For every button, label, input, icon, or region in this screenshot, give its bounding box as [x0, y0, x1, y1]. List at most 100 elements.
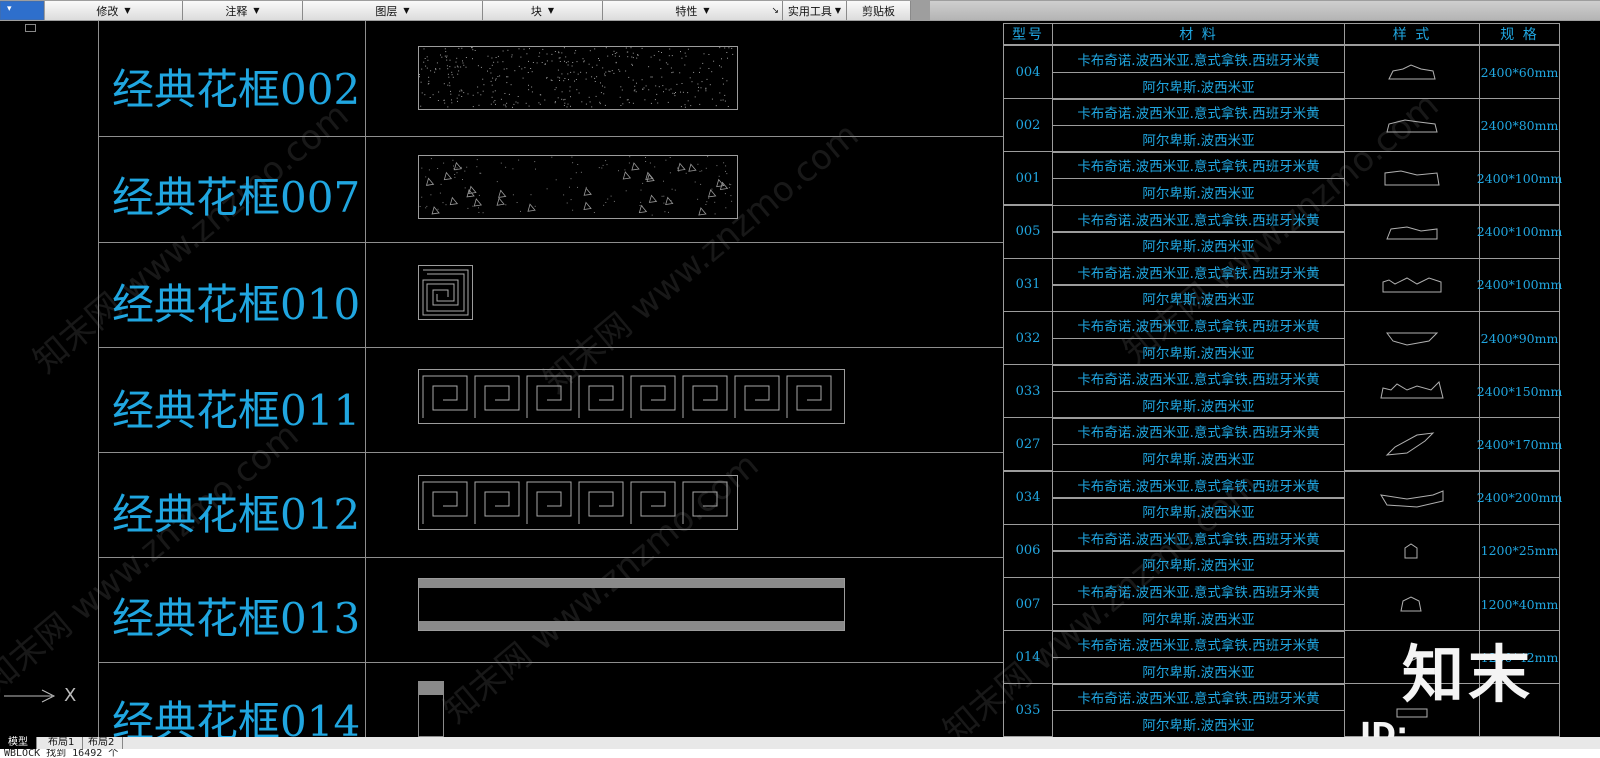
watermark: 知末网 www.znzmo.com [25, 94, 357, 382]
frame-label-010: 经典花框010 [112, 280, 361, 329]
row-spec: 2400*90mm [1479, 311, 1560, 365]
panel-block[interactable]: 块 ▼ [483, 1, 603, 20]
row-code: 033 [1003, 364, 1053, 419]
chevron-down-icon [1, 2, 43, 19]
row-material-line2: 阿尔卑斯.波西米亚 [1052, 178, 1345, 206]
tab-model[interactable]: 模型 [0, 737, 37, 749]
panel-properties[interactable]: 特性 ▼ ↘ [603, 1, 783, 20]
row-code: 007 [1003, 577, 1053, 631]
row-code: 001 [1003, 151, 1053, 206]
chevron-down-icon: ▼ [253, 6, 260, 15]
frame-pattern-triangles[interactable] [418, 155, 738, 219]
row-style-profile[interactable] [1344, 364, 1480, 419]
profile-shape [1386, 119, 1438, 133]
row-spec: 1200*40mm [1479, 577, 1560, 631]
row-style-profile[interactable] [1344, 98, 1480, 153]
row-code: 027 [1003, 417, 1053, 472]
row-material-line1: 卡布奇诺.波西米亚.意式拿铁.西班牙米黄 [1052, 417, 1345, 446]
row-style-profile[interactable] [1344, 417, 1480, 472]
tab-layout1[interactable]: 布局1 [40, 737, 84, 749]
row-material-line1: 卡布奇诺.波西米亚.意式拿铁.西班牙米黄 [1052, 470, 1345, 499]
header-spec: 规 格 [1479, 23, 1560, 45]
row-divider [98, 136, 1003, 137]
command-line[interactable]: WBLOCK 找到 16492 个 [0, 749, 1600, 758]
profile-shape [1388, 64, 1436, 80]
panel-label: 图层 [375, 4, 398, 18]
row-style-profile[interactable] [1344, 470, 1480, 525]
row-divider [98, 452, 1003, 453]
ucs-x-label: X [64, 685, 77, 706]
row-code: 031 [1003, 257, 1053, 312]
grip-marker[interactable] [25, 24, 36, 32]
row-code: 014 [1003, 630, 1053, 685]
row-material-line2: 阿尔卑斯.波西米亚 [1052, 497, 1345, 526]
row-code: 034 [1003, 470, 1053, 525]
frame-pattern-meander-long[interactable] [418, 369, 845, 424]
panel-label: 特性 [675, 4, 698, 18]
row-code: 004 [1003, 45, 1053, 99]
row-style-profile[interactable] [1344, 523, 1480, 578]
row-spec: 2400*170mm [1477, 417, 1562, 472]
panel-label: 剪贴板 [862, 4, 895, 18]
row-divider [98, 662, 1003, 663]
layout-tabs: 模型 布局1 布局2 [0, 737, 1600, 749]
row-material-line1: 卡布奇诺.波西米亚.意式拿铁.西班牙米黄 [1052, 45, 1345, 73]
panel-label: 实用工具 [787, 4, 832, 18]
panel-clipboard[interactable]: 剪贴板 [847, 1, 911, 20]
profile-shape [1400, 596, 1422, 612]
panel-layers[interactable]: 图层 ▼ [303, 1, 483, 20]
drawing-canvas[interactable]: 知末网 www.znzmo.com 知末网 www.znzmo.com 知末网 … [0, 21, 1600, 737]
row-material-line1: 卡布奇诺.波西米亚.意式拿铁.西班牙米黄 [1052, 683, 1345, 712]
frame-pattern-small-block[interactable] [418, 681, 444, 737]
ribbon-panel-bar: 修改▼ 注释▼ 图层▼ 块▼ 特性▼↘ 实用工具▼ 剪贴板 [0, 0, 1600, 21]
row-style-profile[interactable] [1344, 577, 1480, 631]
row-style-profile[interactable] [1344, 204, 1480, 259]
panel-annotate[interactable]: 注释 ▼ [183, 1, 303, 20]
panel-label: 修改 [96, 4, 119, 18]
panel-modify[interactable]: 修改 ▼ [45, 1, 183, 20]
row-material-line2: 阿尔卑斯.波西米亚 [1052, 231, 1345, 260]
dialog-launcher-icon[interactable]: ↘ [771, 6, 779, 16]
frame-label-013: 经典花框013 [112, 594, 361, 643]
row-code: 032 [1003, 311, 1053, 365]
profile-shape [1386, 226, 1438, 240]
header-style: 样 式 [1344, 23, 1480, 45]
row-material-line2: 阿尔卑斯.波西米亚 [1052, 710, 1345, 737]
row-material-line1: 卡布奇诺.波西米亚.意式拿铁.西班牙米黄 [1052, 630, 1345, 659]
frame-border-left [98, 21, 99, 737]
frame-pattern-meander-single[interactable] [418, 265, 473, 320]
profile-shape [1404, 543, 1418, 559]
profile-shape [1380, 381, 1444, 399]
row-code: 002 [1003, 98, 1053, 153]
frame-pattern-bands[interactable] [418, 578, 845, 631]
frame-pattern-speckle[interactable] [418, 46, 738, 110]
row-spec: 2400*150mm [1477, 364, 1562, 419]
chevron-down-icon: ▼ [547, 6, 555, 15]
row-style-profile[interactable] [1344, 257, 1480, 312]
row-style-profile[interactable] [1344, 45, 1480, 99]
row-divider [98, 347, 1003, 348]
workspace-dropdown[interactable] [0, 1, 44, 20]
row-divider [98, 242, 1003, 243]
profile-shape [1382, 277, 1442, 293]
panel-utilities[interactable]: 实用工具 ▼ [783, 1, 847, 20]
row-material-line2: 阿尔卑斯.波西米亚 [1052, 124, 1345, 153]
panel-label: 块 [530, 4, 542, 18]
header-material: 材 料 [1052, 23, 1345, 45]
row-spec: 2400*100mm [1477, 151, 1562, 206]
frame-border-divider [365, 21, 366, 737]
chevron-down-icon: ▼ [124, 6, 131, 15]
row-material-line2: 阿尔卑斯.波西米亚 [1052, 444, 1345, 472]
row-material-line1: 卡布奇诺.波西米亚.意式拿铁.西班牙米黄 [1052, 577, 1345, 605]
row-spec: 1200*25mm [1479, 523, 1560, 578]
row-divider [98, 557, 1003, 558]
chevron-down-icon: ▼ [403, 6, 410, 15]
row-style-profile[interactable] [1344, 311, 1480, 365]
frame-label-012: 经典花框012 [112, 490, 361, 539]
frame-pattern-meander-mid[interactable] [418, 475, 738, 530]
header-code: 型号 [1003, 23, 1053, 45]
tab-layout2[interactable]: 布局2 [80, 737, 124, 749]
brand-logo: 知末 [1402, 638, 1535, 711]
row-style-profile[interactable] [1344, 151, 1480, 206]
row-code: 035 [1003, 683, 1053, 737]
